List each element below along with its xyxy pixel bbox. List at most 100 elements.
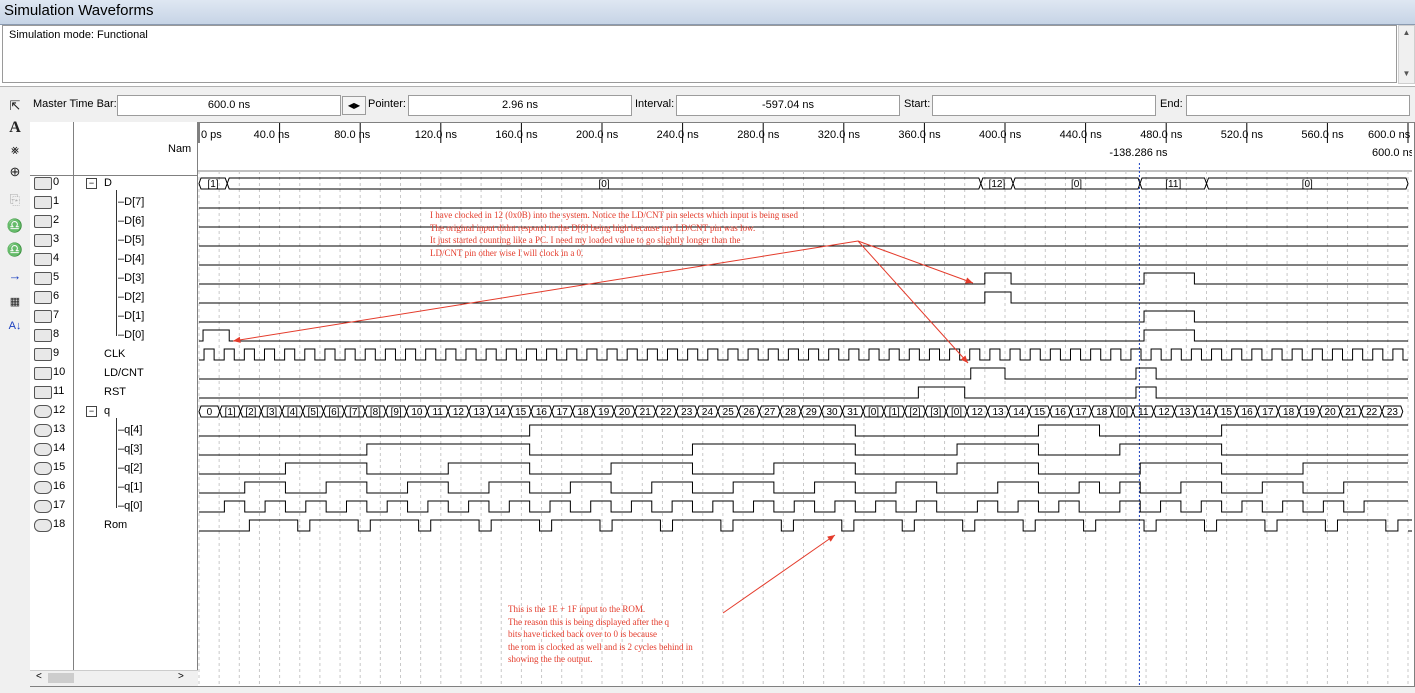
bus-q-value: 25 — [723, 407, 735, 418]
annotation-arrow — [722, 534, 836, 614]
collapse-icon[interactable]: − — [86, 178, 97, 189]
signal-name[interactable]: –D[7] — [118, 196, 144, 208]
row-index[interactable]: 10 — [31, 364, 73, 382]
master-time-bar-field[interactable]: 600.0 ns — [117, 95, 341, 116]
signal-name[interactable]: –D[3] — [118, 272, 144, 284]
signal-name[interactable]: –D[5] — [118, 234, 144, 246]
waveform-area[interactable]: 0 ps 40.0 ns 80.0 ns 120.0 ns 160.0 ns 200.0 … — [198, 123, 1412, 685]
row-index[interactable]: 1 — [31, 193, 73, 211]
input-pin-icon — [34, 215, 52, 228]
signal-name[interactable]: CLK — [104, 348, 125, 360]
find-icon[interactable]: ♎ — [5, 216, 25, 236]
row-index[interactable]: 3 — [31, 231, 73, 249]
output-pin-icon — [34, 500, 52, 513]
row-index[interactable]: 11 — [31, 383, 73, 401]
collapse-icon[interactable]: − — [86, 406, 97, 417]
replace-icon[interactable]: ♎ — [5, 240, 25, 260]
scroll-right-icon[interactable]: > — [178, 671, 184, 682]
pointer-field[interactable]: 2.96 ns — [408, 95, 632, 116]
row-index[interactable]: 17 — [31, 497, 73, 515]
row-index[interactable]: 18 — [31, 516, 73, 534]
bus-q-value: 17 — [557, 407, 569, 418]
scroll-up-icon[interactable]: ▲ — [1399, 28, 1414, 37]
time-bar-arrows[interactable]: ◀▶ — [342, 96, 366, 115]
signal-name[interactable]: –q[4] — [118, 424, 142, 436]
scroll-down-icon[interactable]: ▼ — [1399, 69, 1414, 78]
next-transition-icon[interactable]: → — [5, 266, 25, 286]
signal-name[interactable]: Rom — [104, 519, 127, 531]
bus-q-value: [0] — [868, 407, 879, 418]
copy-icon[interactable]: ⎘ — [5, 190, 25, 210]
row-index[interactable]: 8 — [31, 326, 73, 344]
row-index[interactable]: 9 — [31, 345, 73, 363]
signal-name[interactable]: LD/CNT — [104, 367, 144, 379]
signal-name[interactable]: –D[1] — [118, 310, 144, 322]
time-tick-label: 280.0 ns — [737, 129, 780, 141]
text-tool-icon[interactable]: A — [5, 118, 25, 138]
annotation-line: This is the 1E + 1F input to the ROM. — [508, 604, 646, 614]
row-index[interactable]: 16 — [31, 478, 73, 496]
bus-q-value: 27 — [764, 407, 776, 418]
bus-q-value: 12 — [972, 407, 984, 418]
sort-icon[interactable]: A↓ — [5, 316, 25, 336]
annotation-line: LD/CNT pin other wise I will clock in a … — [430, 247, 584, 258]
signal-name[interactable]: RST — [104, 386, 126, 398]
signal-name[interactable]: –q[2] — [118, 462, 142, 474]
column-divider[interactable] — [73, 122, 74, 685]
row-index[interactable]: 15 — [31, 459, 73, 477]
group-icon[interactable]: ▦ — [5, 292, 25, 312]
input-pin-icon — [34, 234, 52, 247]
end-marker-label: 600.0 ns — [1372, 147, 1412, 159]
start-field[interactable] — [932, 95, 1156, 116]
row-index[interactable]: 5 — [31, 269, 73, 287]
time-tick-label: 440.0 ns — [1060, 129, 1103, 141]
bus-q-value: 13 — [1179, 407, 1191, 418]
arrow-right-icon[interactable]: ▶ — [354, 101, 360, 110]
bus-q-value: 20 — [619, 407, 631, 418]
output-pin-icon — [34, 462, 52, 475]
row-index[interactable]: 13 — [31, 421, 73, 439]
signal-name[interactable]: D — [104, 177, 112, 189]
interval-field[interactable]: -597.04 ns — [676, 95, 900, 116]
end-field[interactable] — [1186, 95, 1410, 116]
row-index[interactable]: 6 — [31, 288, 73, 306]
signal-name[interactable]: –D[0] — [118, 329, 144, 341]
zoom-tool-icon[interactable]: ⊕ — [5, 162, 25, 182]
scroll-thumb[interactable] — [48, 673, 74, 683]
bus-q-value: 14 — [1013, 407, 1025, 418]
start-label: Start: — [904, 98, 931, 110]
signal-name[interactable]: –q[3] — [118, 443, 142, 455]
row-index[interactable]: 2 — [31, 212, 73, 230]
signal-name[interactable]: q — [104, 405, 110, 417]
selection-tool-icon[interactable]: ⇱ — [5, 96, 25, 116]
row-index[interactable]: 0 — [31, 174, 73, 192]
bus-q-value: 22 — [660, 407, 672, 418]
row-index[interactable]: 14 — [31, 440, 73, 458]
scroll-left-icon[interactable]: < — [36, 671, 42, 682]
row-index[interactable]: 4 — [31, 250, 73, 268]
signal-name[interactable]: –D[4] — [118, 253, 144, 265]
output-pin-icon — [34, 424, 52, 437]
output-pin-icon — [34, 405, 52, 418]
signal-name[interactable]: –D[2] — [118, 291, 144, 303]
name-pane-scrollbar[interactable]: < > — [30, 670, 198, 686]
bus-q-value: 23 — [681, 407, 693, 418]
bus-q-value: 0 — [207, 407, 213, 418]
annotation-line: It just started counting like a PC. I ne… — [430, 235, 741, 245]
waveform-editing-tool-icon[interactable]: ⨳ — [5, 140, 25, 160]
signal-name[interactable]: –D[6] — [118, 215, 144, 227]
annotation-line: showing the the output. — [508, 654, 593, 664]
bus-q-value: [8] — [370, 407, 381, 418]
bus-D-value: [11] — [1165, 179, 1181, 190]
row-index[interactable]: 7 — [31, 307, 73, 325]
bus-q-value: 13 — [992, 407, 1004, 418]
row-index[interactable]: 12 — [31, 402, 73, 420]
mode-panel-scrollbar[interactable]: ▲ ▼ — [1398, 25, 1415, 84]
simulation-mode-text: Simulation mode: Functional — [9, 29, 148, 41]
bus-q-value: 13 — [474, 407, 486, 418]
time-tick-label: 200.0 ns — [576, 129, 619, 141]
bus-q-value: [9] — [391, 407, 402, 418]
output-pin-icon — [34, 443, 52, 456]
signal-name[interactable]: –q[0] — [118, 500, 142, 512]
signal-name[interactable]: –q[1] — [118, 481, 142, 493]
